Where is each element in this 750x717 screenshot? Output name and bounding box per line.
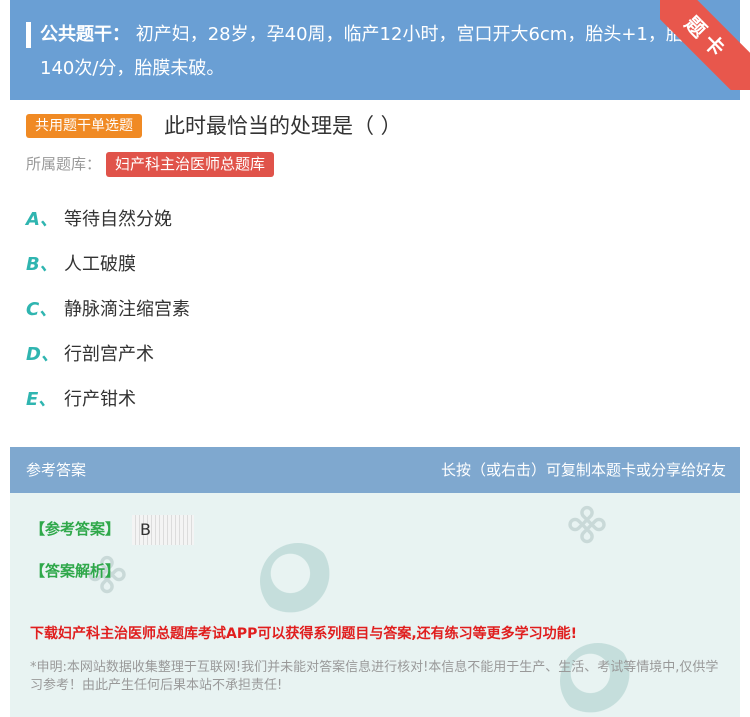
answer-panel: ⌘ ⌘ 【参考答案】 B 【答案解析】 下载妇产科主治医师总题库考试APP可以获… [10, 493, 740, 717]
stem-label: 公共题干： [40, 24, 130, 45]
option-letter: A、 [26, 209, 58, 230]
option-text: 行剖宫产术 [64, 344, 154, 365]
app-download-link[interactable]: 下载妇产科主治医师总题库考试APP可以获得系列题目与答案,还有练习等更多学习功能… [30, 623, 577, 645]
watermark-logo [260, 543, 336, 619]
question-stem: 公共题干： 初产妇，28岁，孕40周，临产12小时，宫口开大6cm，胎头+1，胎… [10, 0, 740, 100]
answer-value: B [132, 515, 194, 545]
corner-ribbon: 题卡 [660, 0, 750, 90]
option-letter: E、 [26, 389, 57, 410]
watermark-glyph: ⌘ [559, 496, 618, 556]
answer-section-title: 参考答案 [26, 461, 87, 479]
stem-accent-bar [26, 22, 31, 48]
question-type-badge: 共用题干单选题 [26, 114, 142, 138]
option-letter: C、 [26, 299, 58, 320]
option-letter: D、 [26, 344, 59, 365]
bank-link[interactable]: 妇产科主治医师总题库 [106, 152, 275, 177]
option-text: 等待自然分娩 [64, 209, 172, 230]
ribbon-text: 题卡 [660, 0, 750, 90]
answer-header: 参考答案 长按（或右击）可复制本题卡或分享给好友 [10, 447, 740, 493]
option-c[interactable]: C、 静脉滴注缩宫素 [26, 296, 190, 324]
option-letter: B、 [26, 254, 58, 275]
option-text: 静脉滴注缩宫素 [64, 299, 190, 320]
stem-text: 初产妇，28岁，孕40周，临产12小时，宫口开大6cm，胎头+1，胎心140次/… [40, 24, 702, 79]
share-hint: 长按（或右击）可复制本题卡或分享给好友 [440, 461, 726, 479]
option-a[interactable]: A、 等待自然分娩 [26, 206, 172, 234]
bank-label: 所属题库： [26, 155, 102, 173]
option-text: 人工破膜 [64, 254, 136, 275]
option-b[interactable]: B、 人工破膜 [26, 251, 136, 279]
option-d[interactable]: D、 行剖宫产术 [26, 341, 154, 369]
analysis-label: 【答案解析】 [30, 562, 121, 580]
option-e[interactable]: E、 行产钳术 [26, 386, 136, 414]
answer-label: 【参考答案】 [30, 520, 121, 538]
option-text: 行产钳术 [64, 389, 136, 410]
question-text: 此时最恰当的处理是（ ） [164, 114, 402, 138]
disclaimer: *申明:本网站数据收集整理于互联网!我们并未能对答案信息进行核对!本信息不能用于… [30, 660, 719, 693]
